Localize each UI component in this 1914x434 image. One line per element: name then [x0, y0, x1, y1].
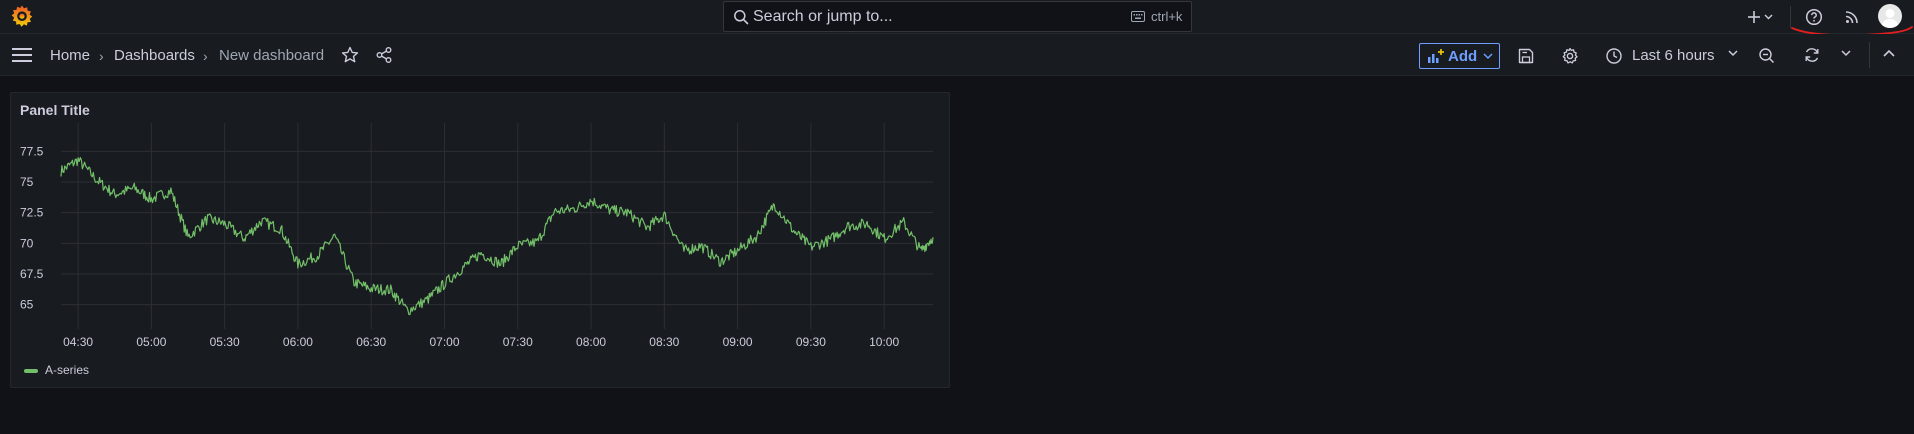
search-icon	[734, 10, 749, 25]
share-icon[interactable]	[375, 46, 393, 64]
breadcrumb-separator: ›	[203, 48, 208, 64]
add-panel-icon	[1428, 49, 1444, 63]
hamburger-menu-icon[interactable]	[12, 47, 32, 63]
breadcrumb-separator: ›	[99, 48, 104, 64]
breadcrumb-home[interactable]: Home	[50, 47, 90, 64]
add-button-label: Add	[1448, 48, 1478, 65]
legend-item-a-series[interactable]: A-series	[45, 363, 89, 377]
search-shortcut: ctrl+k	[1151, 9, 1183, 24]
chevron-down-icon[interactable]	[1728, 49, 1738, 57]
x-tick-label: 08:00	[576, 335, 606, 349]
time-range-picker[interactable]: Last 6 hours	[1632, 47, 1715, 64]
legend-swatch	[24, 369, 38, 373]
x-tick-label: 07:00	[429, 335, 459, 349]
news-feed-icon[interactable]	[1843, 8, 1861, 26]
keyboard-icon	[1131, 11, 1145, 22]
dashboard-panel[interactable]: Panel Title 77.5 75 72.5 70 67.5 65 04:30 05:00…	[10, 92, 950, 388]
refresh-icon[interactable]	[1803, 46, 1821, 64]
x-tick-label: 09:30	[796, 335, 826, 349]
top-bar: Search or jump to... ctrl+k	[0, 0, 1914, 37]
y-tick-label: 70	[20, 236, 34, 250]
breadcrumb-current: New dashboard	[219, 47, 325, 64]
dashboard-toolbar: Home › Dashboards › New dashboard Add La…	[0, 34, 1914, 76]
user-avatar[interactable]	[1878, 4, 1902, 28]
x-tick-label: 06:00	[283, 335, 313, 349]
chevron-up-icon[interactable]	[1883, 49, 1895, 57]
x-tick-label: 04:30	[63, 335, 93, 349]
y-tick-label: 75	[20, 175, 34, 189]
new-menu-button[interactable]	[1742, 6, 1776, 28]
save-icon[interactable]	[1517, 47, 1535, 65]
zoom-out-icon[interactable]	[1758, 47, 1776, 65]
toolbar-divider	[1869, 42, 1870, 68]
help-icon[interactable]	[1805, 8, 1823, 26]
y-tick-label: 72.5	[20, 206, 44, 220]
series-line-a-series	[60, 156, 934, 316]
search-placeholder: Search or jump to...	[753, 8, 893, 25]
y-tick-label: 65	[20, 298, 34, 312]
clock-icon[interactable]	[1605, 47, 1623, 65]
grafana-logo-icon[interactable]	[10, 4, 34, 28]
settings-gear-icon[interactable]	[1561, 47, 1579, 65]
y-tick-label: 77.5	[20, 144, 44, 158]
star-icon[interactable]	[341, 46, 359, 64]
chevron-down-icon[interactable]	[1841, 49, 1851, 57]
x-tick-label: 09:00	[723, 335, 753, 349]
x-tick-label: 10:00	[869, 335, 899, 349]
time-series-chart: 77.5 75 72.5 70 67.5 65 04:30 05:00 05:30 06:00 06…	[20, 123, 934, 349]
x-tick-label: 06:30	[356, 335, 386, 349]
x-tick-label: 08:30	[649, 335, 679, 349]
y-tick-label: 67.5	[20, 267, 44, 281]
topbar-divider	[1790, 6, 1791, 28]
chevron-down-icon	[1483, 53, 1493, 60]
x-tick-label: 05:30	[210, 335, 240, 349]
user-icon	[1881, 9, 1899, 28]
plus-icon	[1748, 11, 1760, 23]
breadcrumb-dashboards[interactable]: Dashboards	[114, 47, 195, 64]
search-bar[interactable]: Search or jump to... ctrl+k	[723, 1, 1192, 32]
add-button[interactable]: Add	[1419, 43, 1500, 69]
chevron-down-icon	[1764, 14, 1773, 20]
x-tick-label: 05:00	[136, 335, 166, 349]
x-tick-label: 07:30	[503, 335, 533, 349]
